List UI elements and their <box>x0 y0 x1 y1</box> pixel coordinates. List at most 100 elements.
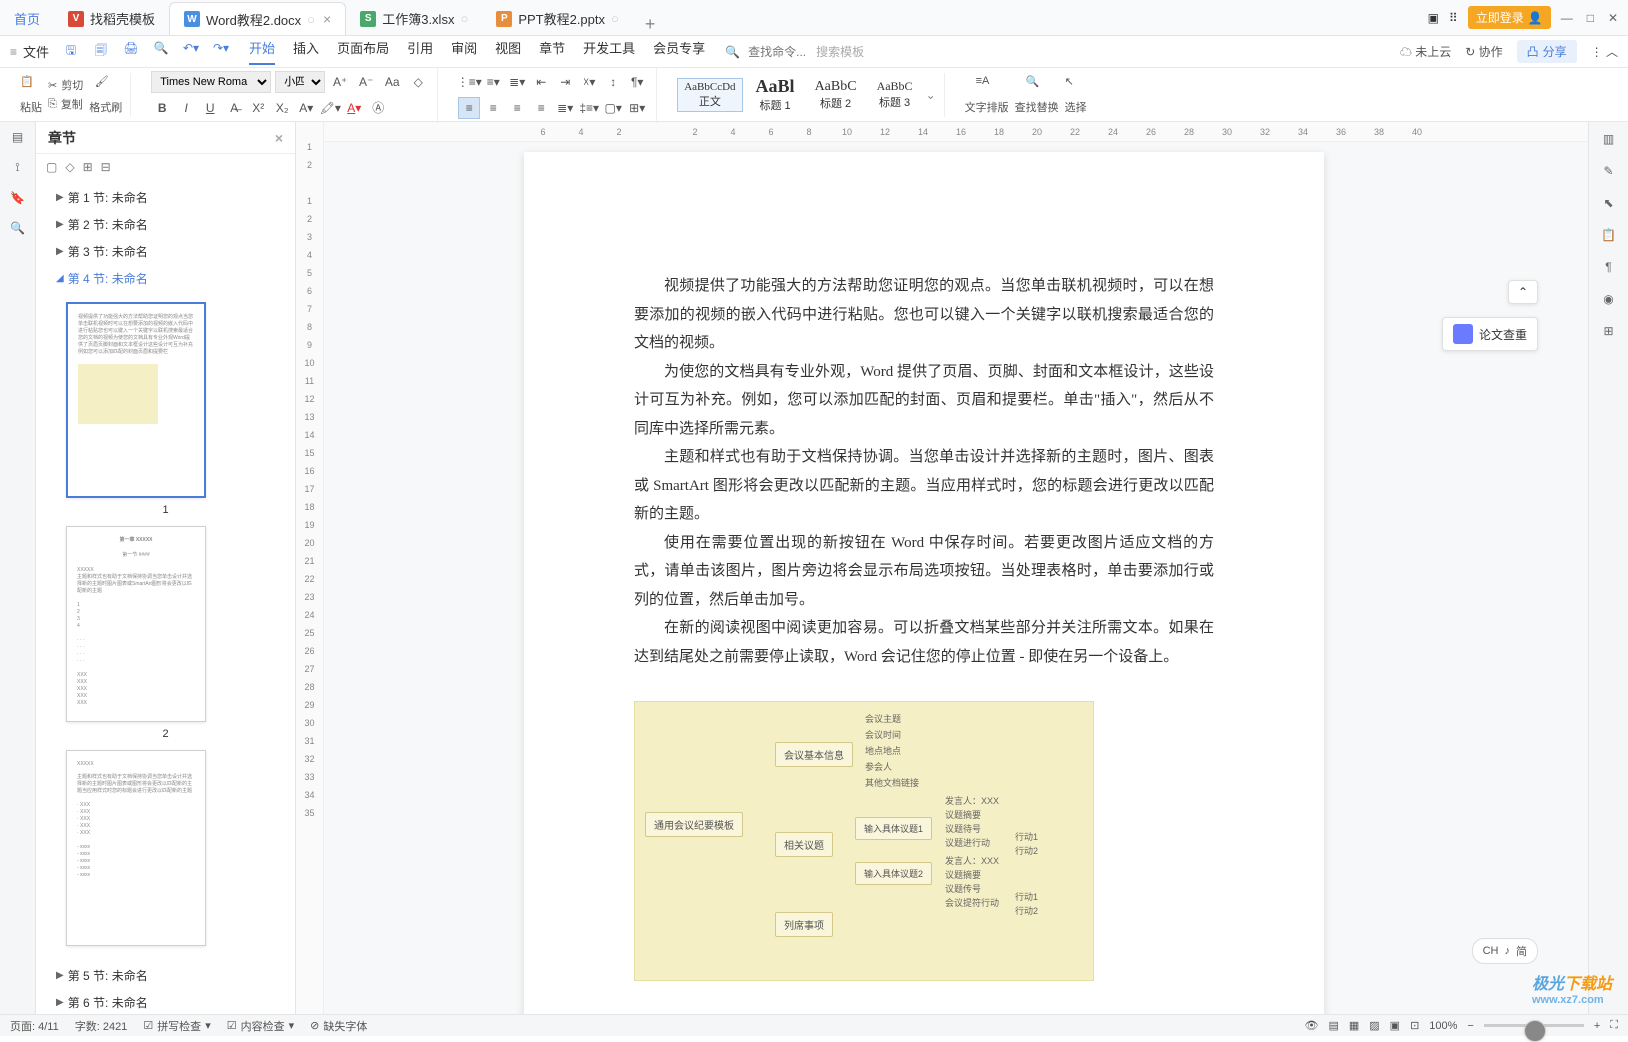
borders-button[interactable]: ⊞▾ <box>626 97 648 119</box>
tab-references[interactable]: 引用 <box>407 38 433 65</box>
redo-icon[interactable]: ↷▾ <box>211 41 231 62</box>
embedded-diagram[interactable]: 通用会议纪要模板 会议基本信息 相关议题 列席事项 会议主题 会议时间 地点地点… <box>634 701 1094 981</box>
distribute-button[interactable]: ≣▾ <box>554 97 576 119</box>
add-tab-button[interactable]: + <box>633 14 668 35</box>
style-icon[interactable]: ✎ <box>1603 164 1613 178</box>
menu-icon[interactable]: ≡ <box>10 45 17 59</box>
template-search-hint[interactable]: 搜索模板 <box>816 43 864 60</box>
grow-font-icon[interactable]: A⁺ <box>329 71 351 93</box>
align-justify-button[interactable]: ≡ <box>530 97 552 119</box>
superscript-button[interactable]: X² <box>247 97 269 119</box>
content-check-toggle[interactable]: ☑ 内容检查 ▾ <box>227 1018 294 1034</box>
sort-button[interactable]: ↕ <box>602 71 624 93</box>
close-window-button[interactable]: ✕ <box>1608 11 1618 25</box>
bold-button[interactable]: B <box>151 97 173 119</box>
subscript-button[interactable]: X₂ <box>271 97 293 119</box>
underline-button[interactable]: U <box>199 97 221 119</box>
tab-templates[interactable]: V找稻壳模板 <box>54 2 169 35</box>
tab-chapter[interactable]: 章节 <box>539 38 565 65</box>
page-canvas[interactable]: 视频提供了功能强大的方法帮助您证明您的观点。当您单击联机视频时，可以在想要添加的… <box>324 122 1588 1014</box>
scroll-top-button[interactable]: ⌃ <box>1508 280 1538 304</box>
properties-icon[interactable]: ▥ <box>1603 132 1614 146</box>
pin-icon[interactable]: ○ <box>611 11 619 26</box>
tab-view[interactable]: 视图 <box>495 38 521 65</box>
section-item[interactable]: ▶第 5 节: 未命名 <box>36 962 295 989</box>
find-replace-button[interactable]: 🔍查找替换 <box>1015 75 1059 115</box>
vertical-ruler[interactable]: 1212345678910111213141516171819202122232… <box>296 122 324 1014</box>
remove-section-icon[interactable]: ⊟ <box>101 160 111 174</box>
decrease-indent-button[interactable]: ⇤ <box>530 71 552 93</box>
horizontal-ruler[interactable]: 642246810121416182022242628303234363840 <box>324 122 1588 142</box>
add-section-icon[interactable]: ⊞ <box>83 160 93 174</box>
zoom-slider[interactable] <box>1484 1024 1584 1027</box>
search-rail-icon[interactable]: 🔍 <box>10 221 25 235</box>
saveas-icon[interactable]: 🗐 <box>91 41 111 62</box>
cloud-status[interactable]: ☁ 未上云 <box>1400 43 1451 60</box>
highlight-button[interactable]: 🖍▾ <box>319 97 341 119</box>
save-icon[interactable]: 🖫 <box>61 41 81 62</box>
style-h3[interactable]: AaBbC标题 3 <box>870 76 920 113</box>
close-icon[interactable]: × <box>323 11 331 27</box>
word-count[interactable]: 字数: 2421 <box>75 1018 128 1034</box>
change-case-icon[interactable]: Aa <box>381 71 403 93</box>
align-right-button[interactable]: ≡ <box>506 97 528 119</box>
nav-panel-close-icon[interactable]: × <box>275 130 283 146</box>
align-left-button[interactable]: ≡ <box>458 97 480 119</box>
pin-icon[interactable]: ○ <box>307 12 315 27</box>
nav-icon[interactable]: ⟟ <box>15 160 19 175</box>
shrink-font-icon[interactable]: A⁻ <box>355 71 377 93</box>
expand-all-icon[interactable]: ◇ <box>65 160 74 174</box>
select-button[interactable]: ↖选择 <box>1065 75 1087 115</box>
login-button[interactable]: 立即登录👤 <box>1468 6 1551 29</box>
spellcheck-toggle[interactable]: ☑ 拼写检查 ▾ <box>143 1018 210 1034</box>
pin-icon[interactable]: ○ <box>460 11 468 26</box>
maximize-button[interactable]: □ <box>1587 11 1594 25</box>
print-preview-icon[interactable]: 🔍 <box>151 41 171 62</box>
zoom-out-button[interactable]: − <box>1467 1020 1473 1032</box>
paragraph[interactable]: 主题和样式也有助于文档保持协调。当您单击设计并选择新的主题时，图片、图表或 Sm… <box>634 443 1214 529</box>
view-web-icon[interactable]: ▨ <box>1369 1019 1379 1032</box>
search-input[interactable] <box>748 45 808 59</box>
font-family-select[interactable]: Times New Roma <box>151 71 271 93</box>
numbering-button[interactable]: ≡▾ <box>482 71 504 93</box>
tab-word-doc[interactable]: WWord教程2.docx○× <box>169 2 346 35</box>
zoom-in-button[interactable]: + <box>1594 1020 1600 1032</box>
paragraph[interactable]: 在新的阅读视图中阅读更加容易。可以折叠文档某些部分并关注所需文本。如果在达到结尾… <box>634 614 1214 671</box>
eye-icon[interactable]: 👁 <box>1304 1019 1318 1032</box>
clear-format-icon[interactable]: ◇ <box>407 71 429 93</box>
format-painter[interactable]: 🖌格式刷 <box>89 75 122 115</box>
collab-button[interactable]: ↻ 协作 <box>1465 43 1502 60</box>
line-spacing-button[interactable]: ‡≡▾ <box>578 97 600 119</box>
char-border-button[interactable]: Ⓐ <box>367 97 389 119</box>
view-outline-icon[interactable]: ▣ <box>1390 1019 1400 1032</box>
style-normal[interactable]: AaBbCcDd正文 <box>677 78 742 112</box>
styles-more-icon[interactable]: ⌄ <box>926 88 936 102</box>
font-effect-button[interactable]: A▾ <box>295 97 317 119</box>
strike-button[interactable]: A̶ <box>223 97 245 119</box>
tab-start[interactable]: 开始 <box>249 38 275 65</box>
file-menu[interactable]: 文件 <box>23 42 49 61</box>
align-center-button[interactable]: ≡ <box>482 97 504 119</box>
tab-ppt[interactable]: PPPT教程2.pptx○ <box>482 2 633 35</box>
style-h1[interactable]: AaBl标题 1 <box>749 73 802 116</box>
text-layout-button[interactable]: ≡A文字排版 <box>965 75 1009 115</box>
tab-vip[interactable]: 会员专享 <box>653 38 705 65</box>
fullscreen-icon[interactable]: ⛶ <box>1610 1019 1618 1032</box>
page-thumbnail[interactable]: XXXXX 主题和样式也有助于文档保持协调当您单击设计并选择新的主题时图片图表或… <box>66 750 206 946</box>
paste-button[interactable]: 📋粘贴 <box>20 75 42 115</box>
tab-excel[interactable]: S工作簿3.xlsx○ <box>346 2 482 35</box>
shading-button[interactable]: ▢▾ <box>602 97 624 119</box>
section-item-active[interactable]: ◢第 4 节: 未命名 <box>36 265 295 292</box>
apps-icon[interactable]: ⠿ <box>1449 11 1458 25</box>
section-item[interactable]: ▶第 2 节: 未命名 <box>36 211 295 238</box>
multilevel-button[interactable]: ≣▾ <box>506 71 528 93</box>
text-fx-button[interactable]: ☓▾ <box>578 71 600 93</box>
paragraph[interactable]: 使用在需要位置出现的新按钮在 Word 中保存时间。若要更改图片适应文档的方式，… <box>634 529 1214 615</box>
collapse-ribbon-icon[interactable]: ⋮ ︿ <box>1591 43 1618 60</box>
tab-layout[interactable]: 页面布局 <box>337 38 389 65</box>
page-thumbnail[interactable]: 第一章 XXXXX 第一节 #### XXXXX主题和样式也有助于文档保持协调当… <box>66 526 206 722</box>
print-icon[interactable]: 🖨 <box>121 41 141 62</box>
section-item[interactable]: ▶第 6 节: 未命名 <box>36 989 295 1014</box>
view-print-icon[interactable]: ▤ <box>1328 1019 1338 1032</box>
italic-button[interactable]: I <box>175 97 197 119</box>
